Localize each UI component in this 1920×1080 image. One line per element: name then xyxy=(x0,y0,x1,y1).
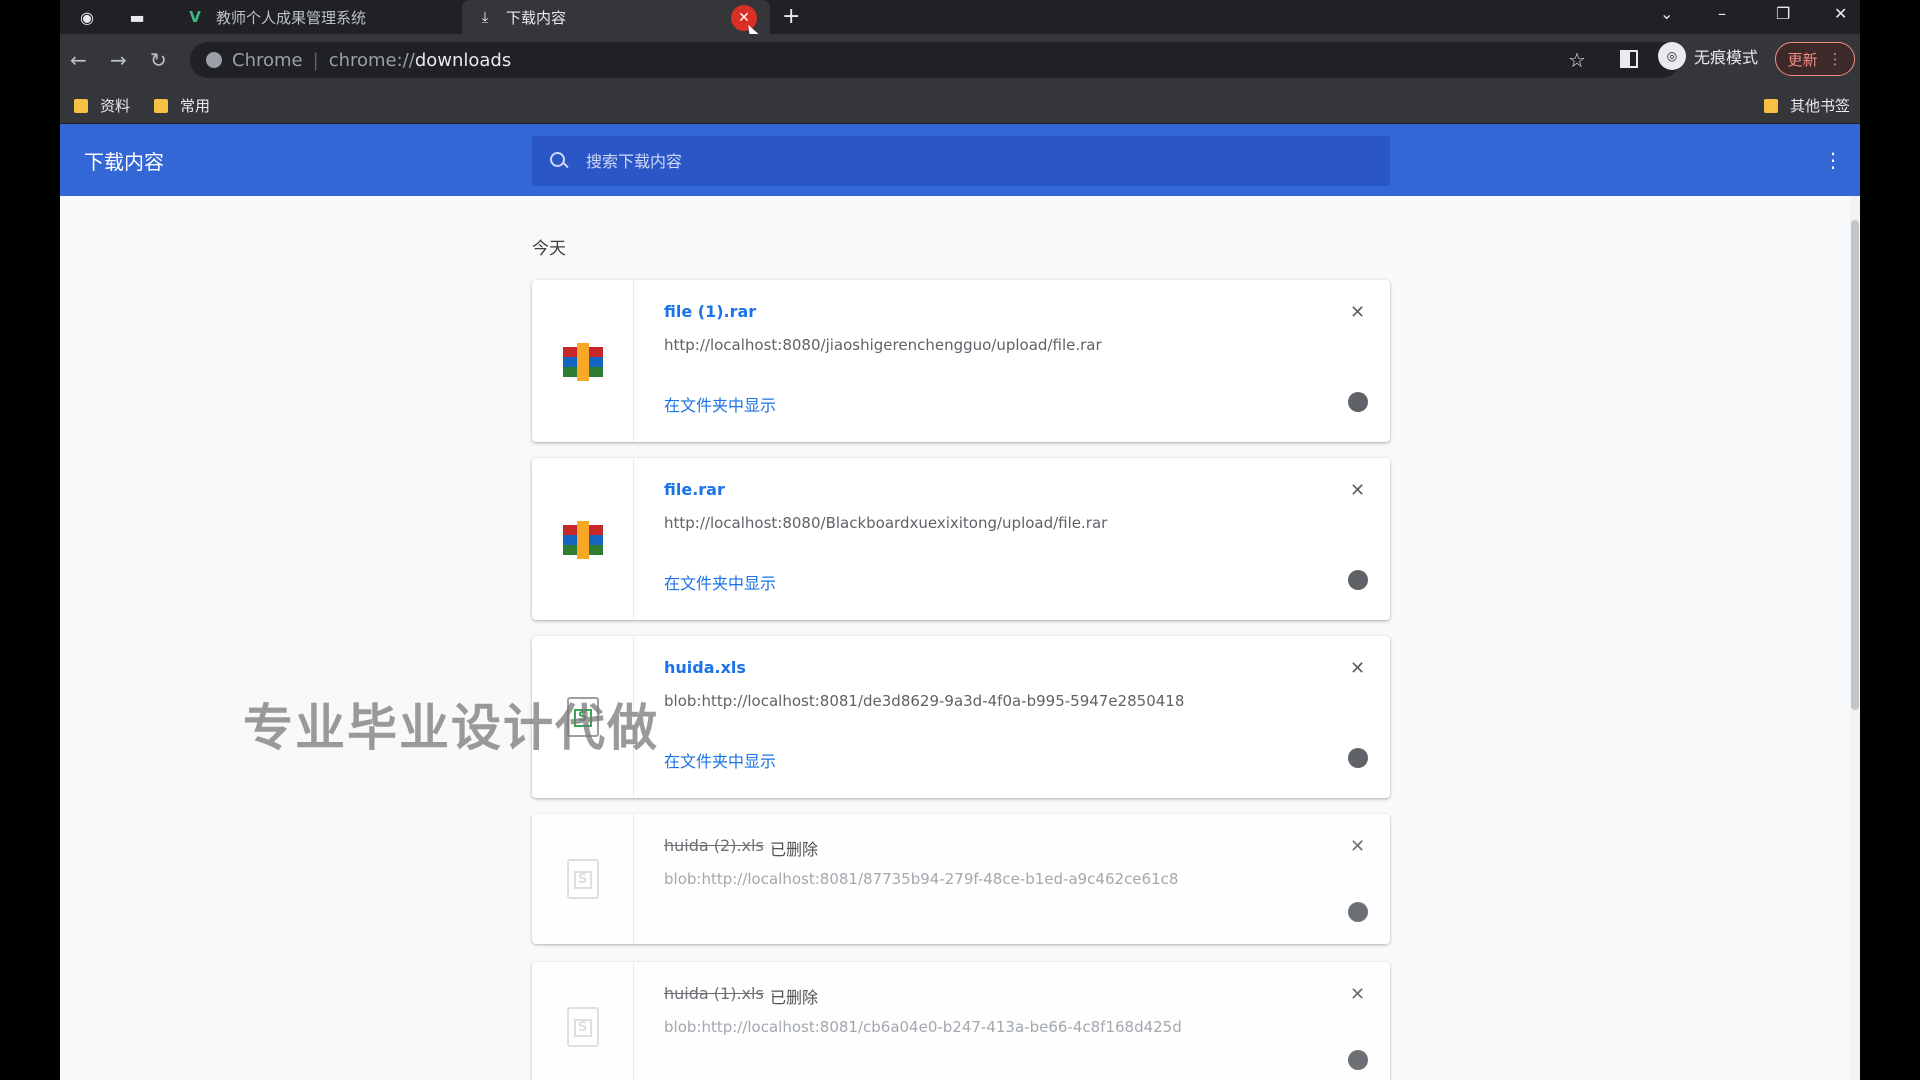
file-name: huida (1).xls xyxy=(664,984,764,1003)
site-info-icon[interactable] xyxy=(206,52,222,68)
scrollbar-thumb[interactable] xyxy=(1851,220,1859,710)
file-icon-column: S xyxy=(532,962,634,1080)
separator: | xyxy=(312,49,319,71)
search-icon xyxy=(548,150,570,172)
bookmark-label: 其他书签 xyxy=(1790,97,1851,115)
bookmark-label: 资料 xyxy=(100,97,131,115)
show-in-folder-link[interactable]: 在文件夹中显示 xyxy=(664,570,776,594)
site-label: Chrome xyxy=(232,49,303,71)
remove-icon[interactable]: ✕ xyxy=(1350,836,1365,857)
update-label: 更新 xyxy=(1787,50,1818,69)
incognito-badge-icon xyxy=(1348,1050,1368,1070)
download-item: S huida (2).xls 已删除 blob:http://localhos… xyxy=(532,814,1390,944)
show-in-folder-link[interactable]: 在文件夹中显示 xyxy=(664,748,776,772)
vue-logo-icon: V xyxy=(189,8,201,26)
incognito-badge-icon xyxy=(1348,570,1368,590)
remove-icon[interactable]: ✕ xyxy=(1350,480,1365,501)
url-path: downloads xyxy=(414,49,512,71)
minimize-button[interactable]: – xyxy=(1718,4,1726,23)
file-url: blob:http://localhost:8081/87735b94-279f… xyxy=(664,870,1179,888)
file-name-link[interactable]: file (1).rar xyxy=(664,302,756,321)
address-bar[interactable]: Chrome | chrome://downloads xyxy=(190,42,1680,78)
globe-icon[interactable]: ◉ xyxy=(76,6,98,28)
other-bookmarks[interactable]: 其他书签 xyxy=(1764,95,1850,116)
file-url: blob:http://localhost:8081/cb6a04e0-b247… xyxy=(664,1018,1182,1036)
browser-window: ◉ ▬ V 教师个人成果管理系统 ✕ ⤓ 下载内容 ✕ + ⌄ – ❐ ✕ ← … xyxy=(60,0,1860,1080)
incognito-indicator[interactable]: ◎ 无痕模式 xyxy=(1658,42,1758,70)
incognito-label: 无痕模式 xyxy=(1694,48,1759,67)
file-name-link[interactable]: huida.xls xyxy=(664,658,746,677)
file-url[interactable]: http://localhost:8080/Blackboardxuexixit… xyxy=(664,514,1107,532)
download-icon: ⤓ xyxy=(481,8,489,26)
file-icon-column xyxy=(532,280,634,442)
deleted-status: 已删除 xyxy=(770,988,819,1007)
search-input[interactable] xyxy=(586,143,1390,179)
back-button[interactable]: ← xyxy=(70,48,87,72)
bookmark-folder-changyong[interactable]: 常用 xyxy=(154,95,210,116)
bookmarks-bar: 资料 常用 其他书签 xyxy=(60,86,1860,124)
deleted-status: 已删除 xyxy=(770,840,819,859)
file-url[interactable]: http://localhost:8080/jiaoshigerenchengg… xyxy=(664,336,1102,354)
update-button[interactable]: 更新 ⋮ xyxy=(1775,42,1855,76)
download-item: file (1).rar http://localhost:8080/jiaos… xyxy=(532,280,1390,442)
spreadsheet-file-icon: S xyxy=(566,859,599,899)
rar-file-icon[interactable] xyxy=(562,341,603,381)
incognito-icon: ◎ xyxy=(1658,42,1686,70)
bookmark-folder-ziliao[interactable]: 资料 xyxy=(74,95,130,116)
folder-icon xyxy=(74,98,88,113)
bookmark-label: 常用 xyxy=(180,97,211,115)
watermark-text: 专业毕业设计代做 xyxy=(243,699,659,757)
file-name: huida (2).xls xyxy=(664,836,764,855)
download-item: file.rar http://localhost:8080/Blackboar… xyxy=(532,458,1390,620)
side-panel-icon[interactable] xyxy=(1620,50,1638,68)
page-title: 下载内容 xyxy=(84,150,164,174)
incognito-badge-icon xyxy=(1348,748,1368,768)
downloads-header: 下载内容 ⋮ xyxy=(60,124,1860,196)
tab-strip: ◉ ▬ V 教师个人成果管理系统 ✕ ⤓ 下载内容 ✕ + ⌄ – ❐ ✕ xyxy=(60,0,1860,42)
chevron-down-icon[interactable]: ⌄ xyxy=(1660,4,1673,23)
download-item: S huida (1).xls 已删除 blob:http://localhos… xyxy=(532,962,1390,1080)
remove-icon[interactable]: ✕ xyxy=(1350,984,1365,1005)
window-icon[interactable]: ▬ xyxy=(126,6,148,28)
tab-downloads[interactable]: ⤓ 下载内容 xyxy=(462,0,770,34)
incognito-badge-icon xyxy=(1348,902,1368,922)
file-icon-column: S xyxy=(532,814,634,944)
show-in-folder-link[interactable]: 在文件夹中显示 xyxy=(664,392,776,416)
remove-icon[interactable]: ✕ xyxy=(1350,302,1365,323)
download-item: S huida.xls blob:http://localhost:8081/d… xyxy=(532,636,1390,798)
search-box[interactable] xyxy=(532,136,1390,186)
url-scheme: chrome:// xyxy=(328,49,415,71)
incognito-badge-icon xyxy=(1348,392,1368,412)
file-name-link[interactable]: file.rar xyxy=(664,480,725,499)
restore-button[interactable]: ❐ xyxy=(1776,4,1790,23)
spreadsheet-file-icon: S xyxy=(566,1007,599,1047)
toolbar: ← → ↻ Chrome | chrome://downloads ☆ ◎ 无痕… xyxy=(60,34,1860,86)
new-tab-button[interactable]: + xyxy=(782,4,800,29)
forward-button[interactable]: → xyxy=(110,48,127,72)
downloads-list: 今天 file (1).rar http://localhost:8080/ji… xyxy=(60,196,1860,1080)
file-url[interactable]: blob:http://localhost:8081/de3d8629-9a3d… xyxy=(664,692,1184,710)
more-menu-icon: ⋮ xyxy=(1827,50,1843,68)
folder-icon xyxy=(154,98,168,113)
tab-title: 教师个人成果管理系统 xyxy=(216,8,367,27)
more-menu-icon[interactable]: ⋮ xyxy=(1823,148,1843,172)
folder-icon xyxy=(1764,98,1778,113)
remove-icon[interactable]: ✕ xyxy=(1350,658,1365,679)
file-icon-column xyxy=(532,458,634,620)
date-label: 今天 xyxy=(532,239,566,259)
reload-button[interactable]: ↻ xyxy=(150,48,167,72)
rar-file-icon[interactable] xyxy=(562,519,603,559)
bookmark-star-icon[interactable]: ☆ xyxy=(1568,48,1586,72)
close-window-button[interactable]: ✕ xyxy=(1834,4,1847,23)
